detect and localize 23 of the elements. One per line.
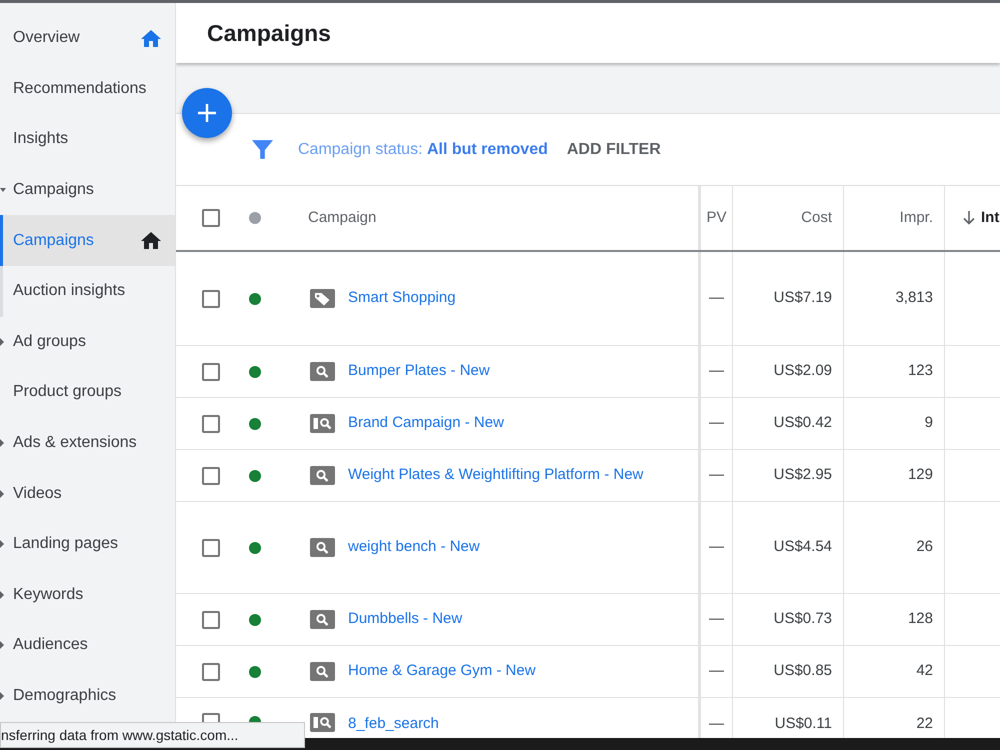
table-cell: US$0.73 [732,594,843,645]
table-cell: US$2.95 [732,450,843,501]
table-cell: US$4.54 [732,502,843,593]
table-cell: — [698,346,732,397]
table-cell: — [698,252,732,345]
table-cell: 123 [843,346,944,397]
table-cell: 26 [843,502,944,593]
table-cell: — [698,450,732,501]
table-cell: 3,813 [843,252,944,345]
table-cell: US$2.09 [732,346,843,397]
table-cell: — [698,398,732,449]
table-cell: 9 [843,398,944,449]
table-cell: 42 [843,646,944,697]
status-tooltip: nsferring data from www.gstatic.com... [0,722,305,748]
table-cell: US$0.42 [732,398,843,449]
table-cell: — [698,502,732,593]
table-cell: — [698,594,732,645]
page-title: Campaigns [207,18,331,48]
table-cell: 129 [843,450,944,501]
table-cell: 128 [843,594,944,645]
table-cell: US$7.19 [732,252,843,345]
table-cell: US$0.85 [732,646,843,697]
table-cell: — [698,646,732,697]
